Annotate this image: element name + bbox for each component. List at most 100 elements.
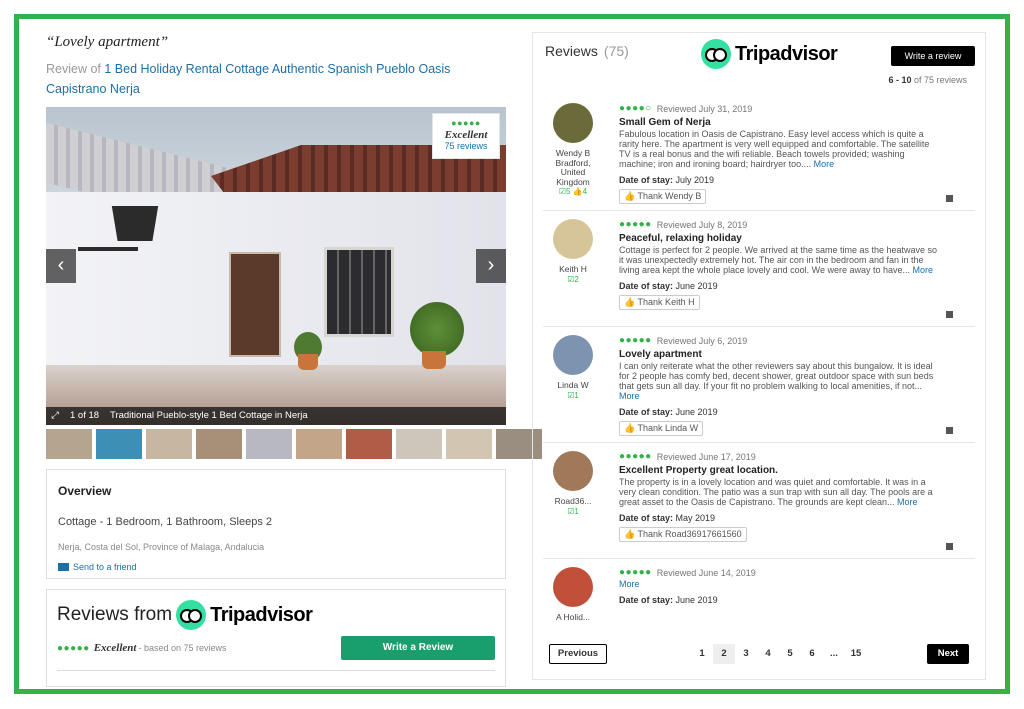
photo-thumbnail[interactable]: [146, 429, 192, 459]
avatar[interactable]: [553, 103, 593, 143]
reviewer-name[interactable]: A Holid...: [543, 612, 603, 623]
page-number[interactable]: 3: [735, 644, 757, 664]
page-number[interactable]: 15: [845, 644, 867, 664]
more-link[interactable]: More: [619, 579, 640, 589]
review-date: Reviewed July 6, 2019: [656, 335, 748, 346]
page-number[interactable]: 2: [713, 644, 735, 664]
avatar[interactable]: [553, 219, 593, 259]
review-rating-dots: ●●●●○: [619, 103, 652, 114]
thank-label: Thank Keith H: [637, 297, 695, 307]
review-rating-dots: ●●●●●: [619, 219, 652, 230]
date-of-stay-label: Date of stay:: [619, 281, 674, 291]
rating-count: 75 reviews: [444, 141, 488, 151]
photo-thumbnail[interactable]: [246, 429, 292, 459]
more-link[interactable]: More: [814, 159, 835, 169]
review-rating-dots: ●●●●●: [619, 567, 652, 578]
review-text: The property is in a lovely location and…: [619, 477, 939, 507]
tripadvisor-owl-icon: [701, 39, 731, 69]
reviewer: Wendy B Bradford, United Kingdom ☑5 👍4: [543, 103, 603, 197]
review-title[interactable]: Peaceful, relaxing holiday: [619, 233, 939, 244]
send-to-friend-link[interactable]: Send to a friend: [58, 562, 494, 572]
expand-icon[interactable]: ⤢: [46, 407, 64, 425]
thank-label: Thank Wendy B: [637, 191, 702, 201]
page-number[interactable]: 1: [691, 644, 713, 664]
range-bold: 6 - 10: [888, 75, 912, 85]
photo-thumbnail[interactable]: [46, 429, 92, 459]
reviewer-name[interactable]: Linda W: [543, 380, 603, 391]
photo-window: [324, 247, 394, 337]
review-title[interactable]: Small Gem of Nerja: [619, 117, 939, 128]
rating-dots: ●●●●●: [451, 118, 481, 128]
flag-icon[interactable]: [946, 543, 953, 550]
reviews-count: (75): [603, 43, 629, 59]
photo-thumbnail[interactable]: [296, 429, 342, 459]
photo-caption-bar: ⤢ 1 of 18 Traditional Pueblo-style 1 Bed C…: [46, 407, 506, 425]
photo-pot-large: [422, 351, 446, 369]
review-title[interactable]: Excellent Property great location.: [619, 465, 939, 476]
thank-button[interactable]: 👍 Thank Linda W: [619, 421, 704, 436]
reviews-header: Reviews (75) Tripadvisor Write a review 6…: [545, 39, 975, 85]
date-of-stay: Date of stay: June 2019: [619, 281, 939, 291]
thank-button[interactable]: 👍 Thank Keith H: [619, 295, 700, 310]
flag-icon[interactable]: [946, 311, 953, 318]
prev-photo-button[interactable]: ‹: [46, 249, 76, 283]
flag-icon[interactable]: [946, 195, 953, 202]
reviews-summary-row: ●●●●● Excellent - based on 75 reviews Wr…: [57, 636, 495, 660]
reviews-range: 6 - 10 of 75 reviews: [888, 75, 967, 85]
review-text-content: The property is in a lovely location and…: [619, 477, 933, 507]
more-link[interactable]: More: [619, 391, 640, 401]
page-number[interactable]: 4: [757, 644, 779, 664]
photo-thumbnail[interactable]: [396, 429, 442, 459]
thank-button[interactable]: 👍 Thank Road36917661560: [619, 527, 747, 542]
review-body: ●●●●● Reviewed July 8, 2019 Peaceful, rela…: [619, 219, 939, 310]
more-link[interactable]: More: [913, 265, 934, 275]
next-photo-button[interactable]: ›: [476, 249, 506, 283]
photo-thumbnail[interactable]: [346, 429, 392, 459]
listing-panel: “Lovely apartment” Review of 1 Bed Holid…: [46, 34, 542, 687]
summary-based-on: - based on 75 reviews: [138, 643, 227, 653]
reviewer-name[interactable]: Wendy B Bradford, United Kingdom: [543, 148, 603, 187]
date-of-stay: Date of stay: July 2019: [619, 175, 939, 185]
photo-counter: 1 of 18: [70, 410, 100, 421]
page-number[interactable]: 5: [779, 644, 801, 664]
reviews-list: Wendy B Bradford, United Kingdom ☑5 👍4 ●●●…: [543, 95, 975, 631]
avatar[interactable]: [553, 567, 593, 607]
thank-button[interactable]: 👍 Thank Wendy B: [619, 189, 707, 204]
reviewer-name[interactable]: Keith H: [543, 264, 603, 275]
photo-plant-large: [410, 302, 464, 357]
page-number[interactable]: 6: [801, 644, 823, 664]
thumbnail-strip: [46, 429, 542, 459]
property-link[interactable]: 1 Bed Holiday Rental Cottage Authentic S…: [46, 62, 450, 96]
date-of-stay-value: June 2019: [675, 281, 718, 291]
photo-thumbnail[interactable]: [196, 429, 242, 459]
reviews-from-title: Reviews from: [57, 604, 173, 625]
reviews-title-label: Reviews: [545, 43, 598, 59]
reviews-from-header: Reviews from Tripadvisor: [57, 600, 495, 630]
flag-icon[interactable]: [946, 427, 953, 434]
next-button[interactable]: Next: [927, 644, 969, 664]
review-text: I can only reiterate what the other revi…: [619, 361, 939, 401]
reviewer-name[interactable]: Road36...: [543, 496, 603, 507]
review-text-content: Cottage is perfect for 2 people. We arri…: [619, 245, 938, 275]
reviewer: Road36... ☑1: [543, 451, 603, 516]
range-rest: of 75 reviews: [913, 75, 967, 85]
write-review-button[interactable]: Write a Review: [341, 636, 495, 660]
tripadvisor-logo: Tripadvisor: [701, 39, 838, 69]
more-link[interactable]: More: [897, 497, 918, 507]
photo-thumbnail[interactable]: [446, 429, 492, 459]
review-title[interactable]: Lovely apartment: [619, 349, 939, 360]
previous-button[interactable]: Previous: [549, 644, 607, 664]
photo-gallery[interactable]: ●●●●● Excellent 75 reviews ‹ › ⤢ 1 of 18 T…: [46, 107, 506, 425]
avatar[interactable]: [553, 335, 593, 375]
avatar[interactable]: [553, 451, 593, 491]
date-of-stay: Date of stay: June 2019: [619, 595, 939, 605]
overview-card: Overview Cottage - 1 Bedroom, 1 Bathroom…: [46, 469, 506, 579]
photo-thumbnail[interactable]: [96, 429, 142, 459]
date-of-stay-label: Date of stay:: [619, 595, 674, 605]
write-a-review-button[interactable]: Write a review: [891, 46, 975, 66]
date-of-stay-value: May 2019: [675, 513, 716, 523]
rating-word: Excellent: [444, 129, 488, 141]
date-of-stay-value: July 2019: [675, 175, 715, 185]
photo-lamp-arm: [78, 247, 138, 251]
review-meta: ●●●●● Reviewed June 14, 2019: [619, 567, 939, 578]
